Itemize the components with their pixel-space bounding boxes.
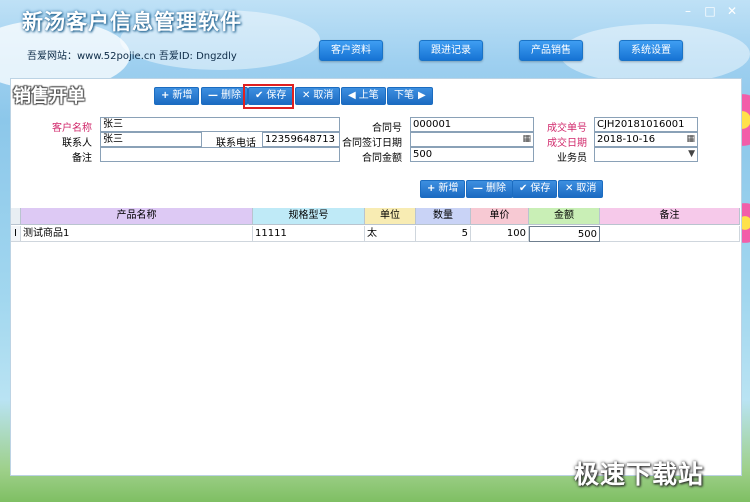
prev-record-button[interactable]: ◀ 上笔 (341, 87, 386, 105)
grid-corner (11, 208, 21, 225)
cancel-item-label: 取消 (576, 183, 597, 194)
cell-amount[interactable]: 500 (529, 226, 600, 242)
remark-label: 备注 (72, 153, 92, 164)
deal-no-label: 成交单号 (547, 123, 587, 134)
calendar-icon[interactable]: ▦ (686, 133, 695, 146)
salesman-label: 业务员 (557, 153, 587, 164)
triangle-right-icon: ▶ (418, 90, 426, 101)
deal-no-field[interactable]: CJH20181016001 (594, 117, 698, 132)
minus-icon: — (208, 90, 218, 101)
plus-icon: + (427, 183, 436, 194)
cell-qty[interactable]: 5 (416, 226, 471, 242)
maximize-icon[interactable]: □ (702, 4, 718, 18)
app-window: 新汤客户信息管理软件 吾爱网站：www.52pojie.cn 吾爱ID: Dng… (0, 0, 750, 502)
cancel-order-label: 取消 (313, 90, 334, 101)
chevron-down-icon[interactable]: ▼ (688, 148, 695, 161)
triangle-left-icon: ◀ (348, 90, 356, 101)
deal-date-field[interactable]: 2018-10-16 ▦ (594, 132, 698, 147)
amount-label: 合同金额 (362, 153, 402, 164)
next-record-button[interactable]: 下笔 ▶ (387, 87, 433, 105)
save-item-button[interactable]: ✔ 保存 (512, 180, 558, 198)
delete-order-label: 删除 (221, 90, 241, 101)
delete-order-button[interactable]: — 删除 (201, 87, 248, 105)
x-icon: ✕ (302, 90, 311, 101)
column-header[interactable]: 备注 (600, 208, 740, 225)
deal-date-label: 成交日期 (547, 138, 587, 149)
customer-name-label: 客户名称 (52, 123, 92, 134)
add-order-button[interactable]: + 新增 (154, 87, 200, 105)
add-item-button[interactable]: + 新增 (420, 180, 466, 198)
column-header[interactable]: 数量 (416, 208, 471, 225)
delete-item-label: 删除 (486, 183, 506, 194)
cancel-item-button[interactable]: ✕ 取消 (558, 180, 604, 198)
plus-icon: + (161, 90, 170, 101)
column-header[interactable]: 单位 (365, 208, 416, 225)
contact-label: 联系人 (62, 138, 92, 149)
cell-product-name[interactable]: 测试商品1 (21, 226, 253, 242)
watermark-logo: 极速下载站 (574, 460, 705, 489)
amount-field[interactable]: 500 (410, 147, 534, 162)
add-item-label: 新增 (438, 183, 459, 194)
column-header[interactable]: 金额 (529, 208, 600, 225)
check-icon: ✔ (519, 183, 528, 194)
cell-spec[interactable]: 11111 (253, 226, 365, 242)
cancel-order-button[interactable]: ✕ 取消 (295, 87, 341, 105)
nav-product-sales-button[interactable]: 产品销售 (519, 40, 583, 61)
minimize-icon[interactable]: – (680, 4, 696, 18)
cell-remark[interactable] (600, 226, 740, 242)
nav-system-settings-button[interactable]: 系统设置 (619, 40, 683, 61)
row-indicator: I (11, 226, 21, 242)
nav-follow-up-button[interactable]: 跟进记录 (419, 40, 483, 61)
deal-date-value: 2018-10-16 (597, 134, 656, 145)
contract-no-label: 合同号 (372, 123, 402, 134)
app-title: 新汤客户信息管理软件 (22, 10, 242, 34)
save-highlight-box (243, 84, 294, 109)
save-item-label: 保存 (530, 183, 551, 194)
contract-no-field[interactable]: 000001 (410, 117, 534, 132)
next-record-label: 下笔 (394, 90, 414, 101)
salesman-select[interactable]: ▼ (594, 147, 698, 162)
sign-date-label: 合同签订日期 (342, 138, 402, 149)
minus-icon: — (473, 183, 483, 194)
nav-customer-info-button[interactable]: 客户资料 (319, 40, 383, 61)
column-header[interactable]: 规格型号 (253, 208, 365, 225)
prev-record-label: 上笔 (358, 90, 379, 101)
column-header[interactable]: 产品名称 (21, 208, 253, 225)
contact-field[interactable]: 张三 (100, 132, 202, 147)
phone-field[interactable]: 12359648713 (262, 132, 340, 147)
sign-date-field[interactable]: ▦ (410, 132, 534, 147)
grid-header: 产品名称 规格型号 单位 数量 单价 金额 备注 (11, 208, 740, 225)
delete-item-button[interactable]: — 删除 (466, 180, 513, 198)
app-subtitle: 吾爱网站：www.52pojie.cn 吾爱ID: Dngzdly (27, 51, 237, 62)
panel-title: 销售开单 (13, 86, 85, 107)
add-order-label: 新增 (172, 90, 193, 101)
cell-price[interactable]: 100 (471, 226, 529, 242)
remark-field[interactable] (100, 147, 340, 162)
customer-name-field[interactable]: 张三 (100, 117, 340, 132)
x-icon: ✕ (565, 183, 574, 194)
cell-unit[interactable]: 太 (365, 226, 416, 242)
close-icon[interactable]: ✕ (724, 4, 740, 18)
column-header[interactable]: 单价 (471, 208, 529, 225)
window-controls: – □ ✕ (680, 4, 740, 18)
